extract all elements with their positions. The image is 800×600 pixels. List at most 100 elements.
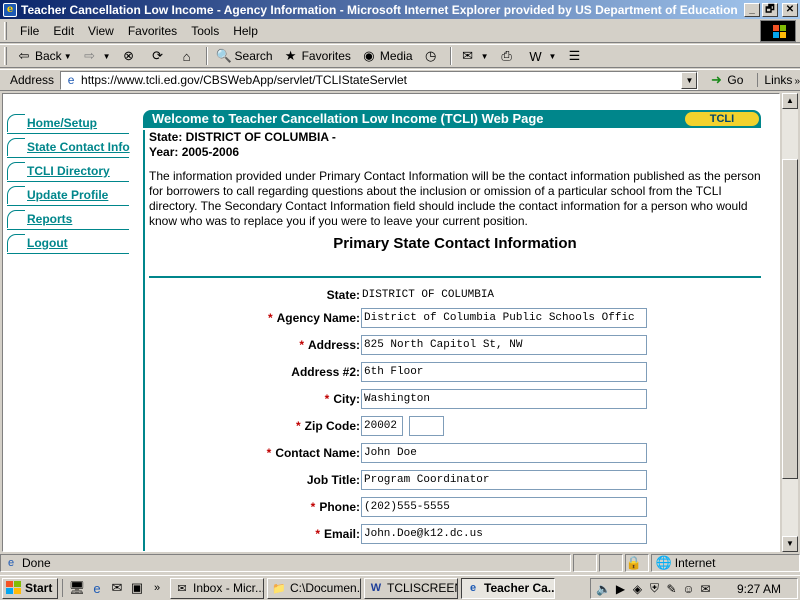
nav-underline <box>7 205 129 206</box>
nav-item-tcli-directory[interactable]: TCLI Directory <box>7 160 131 184</box>
media-label: Media <box>379 49 413 63</box>
mail-icon: ✉ <box>462 48 474 63</box>
standard-toolbar: ⇦ Back ▼ ⇨ ▼ ⊗ ⟳ ⌂ 🔍 Search ★ Favorites … <box>0 44 800 68</box>
mail-button[interactable]: ✉ ▼ <box>455 45 494 67</box>
menu-file[interactable]: File <box>13 24 46 38</box>
toolbar-grip <box>4 47 7 65</box>
nav-underline <box>7 133 129 134</box>
task-inbox[interactable]: ✉ Inbox - Micr... <box>170 577 264 599</box>
phone-label: * Phone: <box>311 500 360 514</box>
nav-item-reports[interactable]: Reports <box>7 208 131 232</box>
vertical-scrollbar[interactable]: ▲ ▼ <box>782 93 798 552</box>
refresh-button[interactable]: ⟳ <box>145 45 174 67</box>
search-label: Search <box>234 49 273 63</box>
task-tcliscreen[interactable]: W TCLISCREEN... <box>364 577 458 599</box>
quicklaunch-more-icon[interactable]: » <box>147 579 167 597</box>
nav-link-reports[interactable]: Reports <box>27 212 72 226</box>
history-icon: ◷ <box>424 48 437 63</box>
messenger-icon[interactable]: ☺ <box>680 581 697 597</box>
app-quicklaunch-icon[interactable]: ▣ <box>127 579 147 597</box>
history-button[interactable]: ◷ <box>418 45 447 67</box>
task-documents[interactable]: 📁 C:\Documen... <box>267 577 361 599</box>
chevron-down-icon[interactable]: ▼ <box>681 71 698 89</box>
nav-link-update-profile[interactable]: Update Profile <box>27 188 108 202</box>
nav-item-update-profile[interactable]: Update Profile <box>7 184 131 208</box>
chevron-down-icon[interactable]: ▼ <box>549 52 557 61</box>
minimize-button[interactable]: _ <box>744 2 760 17</box>
nav-item-state-contact-info[interactable]: State Contact Info <box>7 136 131 160</box>
scroll-down-arrow-icon[interactable]: ▼ <box>782 536 798 552</box>
window-titlebar: e Teacher Cancellation Low Income - Agen… <box>0 0 800 19</box>
clock[interactable]: 9:27 AM <box>737 582 781 596</box>
nav-link-logout[interactable]: Logout <box>27 236 68 250</box>
nav-link-home-setup[interactable]: Home/Setup <box>27 116 97 130</box>
required-marker: * <box>324 392 330 406</box>
address2-input[interactable] <box>361 362 647 382</box>
start-button[interactable]: Start <box>2 577 58 599</box>
menu-favorites[interactable]: Favorites <box>121 24 184 38</box>
scroll-thumb[interactable] <box>782 159 798 479</box>
edit-button[interactable]: W ▼ <box>523 45 562 67</box>
go-button[interactable]: ➜ Go <box>708 72 743 88</box>
menu-bar: File Edit View Favorites Tools Help <box>0 19 800 43</box>
required-marker: * <box>267 311 273 325</box>
address-field-input[interactable] <box>361 335 647 355</box>
media-button[interactable]: ◉ Media <box>356 45 418 67</box>
agency-name-input[interactable] <box>361 308 647 328</box>
go-label: Go <box>727 73 744 87</box>
form-row-address: * Address: <box>149 335 769 357</box>
forward-button[interactable]: ⇨ ▼ <box>77 45 116 67</box>
menu-edit[interactable]: Edit <box>46 24 81 38</box>
close-button[interactable]: ✕ <box>782 2 798 17</box>
email-input[interactable] <box>361 524 647 544</box>
windows-flag-icon <box>6 581 22 595</box>
form-row-job-title: Job Title: <box>149 470 769 492</box>
nav-item-logout[interactable]: Logout <box>7 232 131 256</box>
ie-quicklaunch-icon[interactable]: e <box>87 579 107 597</box>
links-button[interactable]: Links» <box>757 73 800 87</box>
task-teacher-cancellation[interactable]: e Teacher Ca... <box>461 577 555 599</box>
zip-input[interactable] <box>361 416 403 436</box>
address-url[interactable]: https://www.tcli.ed.gov/CBSWebApp/servle… <box>81 73 407 87</box>
back-button[interactable]: ⇦ Back ▼ <box>11 45 77 67</box>
outlook-quicklaunch-icon[interactable]: ✉ <box>107 579 127 597</box>
chevron-down-icon[interactable]: ▼ <box>481 52 489 61</box>
job-title-input[interactable] <box>361 470 647 490</box>
mail-tray-icon[interactable]: ✉ <box>697 581 714 597</box>
shield-icon[interactable]: ⛨ <box>646 581 663 597</box>
phone-input[interactable] <box>361 497 647 517</box>
media-player-icon[interactable]: ▶ <box>612 581 629 597</box>
nav-link-tcli-directory[interactable]: TCLI Directory <box>27 164 110 178</box>
maximize-button[interactable]: 🗗 <box>762 2 778 17</box>
nav-curve-decoration <box>7 186 25 204</box>
search-button[interactable]: 🔍 Search <box>211 45 278 67</box>
nav-underline <box>7 229 129 230</box>
chevron-down-icon[interactable]: ▼ <box>64 52 72 61</box>
contact-name-input[interactable] <box>361 443 647 463</box>
chevron-down-icon[interactable]: ▼ <box>103 52 111 61</box>
menu-tools[interactable]: Tools <box>184 24 226 38</box>
status-text: Done <box>22 556 51 570</box>
menu-view[interactable]: View <box>81 24 121 38</box>
address-input[interactable]: e https://www.tcli.ed.gov/CBSWebApp/serv… <box>60 70 699 90</box>
required-marker: * <box>296 419 301 433</box>
home-button[interactable]: ⌂ <box>174 45 203 67</box>
update-icon[interactable]: ✎ <box>663 581 680 597</box>
nav-item-home-setup[interactable]: Home/Setup <box>7 112 131 136</box>
discuss-button[interactable]: ☰ <box>561 45 590 67</box>
show-desktop-icon[interactable]: 🖥 <box>67 579 87 597</box>
tcli-badge: TCLI <box>685 112 759 126</box>
network-icon[interactable]: ◈ <box>629 581 646 597</box>
stop-button[interactable]: ⊗ <box>116 45 145 67</box>
required-marker: * <box>299 338 304 352</box>
favorites-button[interactable]: ★ Favorites <box>278 45 356 67</box>
windows-logo-icon <box>760 20 796 42</box>
zip-label: * Zip Code: <box>296 419 360 433</box>
speaker-icon[interactable]: 🔈 <box>595 581 612 597</box>
menu-help[interactable]: Help <box>226 24 265 38</box>
print-button[interactable]: ⎙ <box>494 45 523 67</box>
scroll-up-arrow-icon[interactable]: ▲ <box>782 93 798 109</box>
city-input[interactable] <box>361 389 647 409</box>
nav-link-state-contact-info[interactable]: State Contact Info <box>27 140 130 154</box>
zip-ext-input[interactable] <box>409 416 444 436</box>
